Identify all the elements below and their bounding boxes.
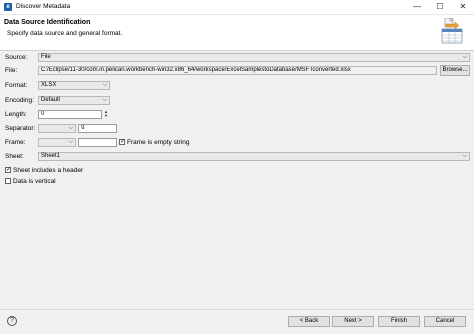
title-bar: e Discover Metadata — ☐ ✕ [0,0,474,15]
chevron-down-icon: ⌵ [462,54,467,60]
length-label: Length: [5,111,27,118]
encoding-label: Encoding: [5,97,34,104]
chevron-down-icon: ⌵ [68,139,73,145]
page-title: Data Source Identification [4,19,91,26]
frame-empty-label: Frame is empty string [127,139,190,146]
window-title: Discover Metadata [16,3,71,10]
maximize-button[interactable]: ☐ [429,1,451,12]
source-value: File [41,54,51,60]
back-button[interactable]: < Back [288,316,330,327]
frame-select[interactable]: ⌵ [38,138,76,147]
frame-label: Frame: [5,139,26,146]
source-label: Source: [5,54,28,61]
length-input[interactable]: 0 [38,110,102,119]
next-button[interactable]: Next > [332,316,374,327]
wizard-footer: ? < Back Next > Finish Cancel [0,309,474,334]
separator-select[interactable]: ⌵ [38,124,76,133]
format-label: Format: [5,82,28,89]
chevron-down-icon: ⌵ [68,125,73,131]
data-vertical-label: Data is vertical [13,178,56,185]
separator-label: Separator: [5,125,36,132]
format-value: XLSX [41,82,57,88]
format-select[interactable]: XLSX ⌵ [38,81,110,90]
data-vertical-checkbox[interactable] [5,178,11,184]
file-label: File: [5,67,18,74]
chevron-down-icon: ⌵ [102,97,107,103]
sheet-label: Sheet: [5,153,24,160]
chevron-down-icon: ⌵ [462,153,467,159]
length-spinner[interactable]: ▲ ▼ [102,110,110,119]
sheet-select[interactable]: Sheet1 ⌵ [38,152,470,161]
sheet-value: Sheet1 [41,153,61,159]
wizard-header: Data Source Identification Specify data … [0,15,474,51]
chevron-down-icon: ⌵ [102,82,107,88]
encoding-value: Default [41,97,61,103]
frame-empty-checkbox[interactable]: ✓ [119,139,125,145]
separator-input[interactable]: \t [78,124,117,133]
file-path-field[interactable]: C:/Eclipse/11-30/com.in.pelican.workbenc… [38,66,437,75]
includes-header-checkbox[interactable]: ✓ [5,167,11,173]
includes-header-label: Sheet includes a header [13,167,84,174]
close-button[interactable]: ✕ [452,1,474,12]
app-icon: e [4,3,12,11]
frame-input[interactable] [78,138,117,147]
page-description: Specify data source and general format. [7,30,123,37]
form-area: Source: File ⌵ File: C:/Eclipse/11-30/com… [0,51,474,309]
minimize-button[interactable]: — [406,1,428,12]
finish-button[interactable]: Finish [378,316,420,327]
table-wizard-icon [441,18,463,44]
source-select[interactable]: File ⌵ [38,53,470,62]
encoding-select[interactable]: Default ⌵ [38,96,110,105]
help-icon[interactable]: ? [7,316,17,326]
cancel-button[interactable]: Cancel [424,316,466,327]
browse-button[interactable]: Browse... [440,65,470,76]
